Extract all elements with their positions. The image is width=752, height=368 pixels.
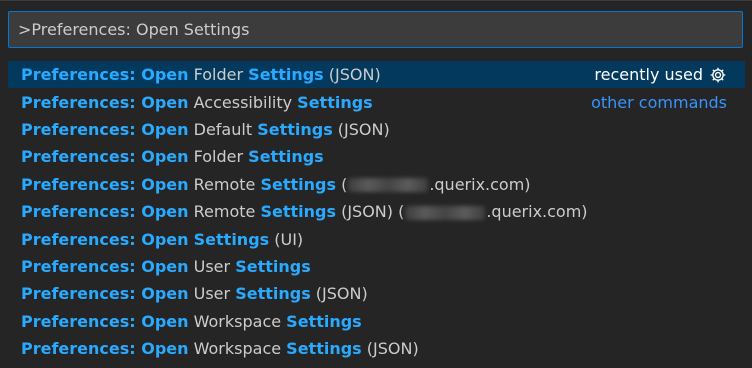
item-meta: other commands (591, 93, 727, 112)
item-label: Preferences: Open Default Settings (JSON… (21, 120, 727, 139)
other-commands-label: other commands (591, 92, 727, 112)
list-item[interactable]: Preferences: Open Workspace Settings (8, 308, 745, 335)
host-domain: .querix.com) (486, 202, 588, 222)
match-prefix: Preferences: Open (21, 119, 189, 139)
label-text: Workspace (188, 339, 287, 359)
match-settings: Settings (193, 229, 270, 249)
item-label: Preferences: Open Workspace Settings (21, 312, 727, 331)
redacted-hostname (405, 205, 486, 220)
match-prefix: Preferences: Open (21, 256, 189, 276)
match-settings: Settings (248, 65, 324, 85)
label-text: Workspace (188, 311, 287, 331)
command-input[interactable] (18, 20, 742, 39)
label-text: Default (188, 119, 258, 139)
match-settings: Settings (235, 284, 311, 304)
command-list: Preferences: Open Folder Settings (JSON)… (8, 61, 745, 362)
match-settings: Settings (286, 339, 362, 359)
command-input-box[interactable] (8, 11, 743, 48)
item-label: Preferences: Open Settings (UI) (21, 230, 727, 249)
label-suffix: (JSON) (323, 65, 381, 85)
command-palette: Preferences: Open Folder Settings (JSON)… (0, 0, 752, 368)
list-item[interactable]: Preferences: Open Accessibility Settings… (8, 88, 745, 115)
gear-icon[interactable] (709, 66, 727, 84)
match-prefix: Preferences: Open (21, 174, 189, 194)
match-settings: Settings (235, 256, 311, 276)
label-suffix: (JSON) (310, 284, 368, 304)
label-text: Accessibility (188, 92, 298, 112)
item-label: Preferences: Open User Settings (21, 257, 727, 276)
list-item[interactable]: Preferences: Open Folder Settings (8, 143, 745, 170)
item-label: Preferences: Open Remote Settings ( .quer… (21, 175, 727, 194)
match-prefix: Preferences: Open (21, 229, 189, 249)
host-domain: .querix.com) (429, 174, 531, 194)
list-item[interactable]: Preferences: Open Remote Settings ( .quer… (8, 171, 745, 198)
match-settings: Settings (286, 311, 362, 331)
label-text: Remote (188, 202, 261, 222)
list-item[interactable]: Preferences: Open User Settings (8, 253, 745, 280)
match-prefix: Preferences: Open (21, 147, 189, 167)
label-suffix: (JSON) (361, 339, 419, 359)
match-settings: Settings (297, 92, 373, 112)
list-item[interactable]: Preferences: Open Workspace Settings (JS… (8, 335, 745, 362)
label-text: Folder (188, 147, 249, 167)
match-settings: Settings (248, 147, 324, 167)
match-prefix: Preferences: Open (21, 65, 189, 85)
item-label: Preferences: Open Workspace Settings (JS… (21, 339, 727, 358)
item-label: Preferences: Open Folder Settings (JSON) (21, 65, 594, 84)
match-prefix: Preferences: Open (21, 284, 189, 304)
label-text: User (188, 256, 236, 276)
match-prefix: Preferences: Open (21, 202, 189, 222)
item-meta: recently used (594, 65, 727, 84)
list-item[interactable]: Preferences: Open User Settings (JSON) (8, 280, 745, 307)
match-prefix: Preferences: Open (21, 92, 189, 112)
item-label: Preferences: Open Accessibility Settings (21, 93, 591, 112)
match-prefix: Preferences: Open (21, 311, 189, 331)
recently-used-label: recently used (594, 65, 703, 85)
match-settings: Settings (257, 119, 333, 139)
label-text: Folder (188, 65, 249, 85)
label-suffix: (JSON) (332, 119, 390, 139)
label-suffix: (JSON) ( (335, 202, 405, 222)
item-label: Preferences: Open Folder Settings (21, 147, 727, 166)
item-label: Preferences: Open User Settings (JSON) (21, 284, 727, 303)
list-item[interactable]: Preferences: Open Settings (UI) (8, 225, 745, 252)
redacted-hostname (348, 178, 429, 193)
list-item[interactable]: Preferences: Open Default Settings (JSON… (8, 116, 745, 143)
label-suffix: ( (335, 174, 348, 194)
match-prefix: Preferences: Open (21, 339, 189, 359)
list-item[interactable]: Preferences: Open Folder Settings (JSON)… (8, 61, 745, 89)
label-text: Remote (188, 174, 261, 194)
label-text: User (188, 284, 236, 304)
match-settings: Settings (260, 202, 336, 222)
label-suffix: (UI) (269, 229, 304, 249)
match-settings: Settings (260, 174, 336, 194)
item-label: Preferences: Open Remote Settings (JSON)… (21, 202, 727, 221)
list-item[interactable]: Preferences: Open Remote Settings (JSON)… (8, 198, 745, 225)
